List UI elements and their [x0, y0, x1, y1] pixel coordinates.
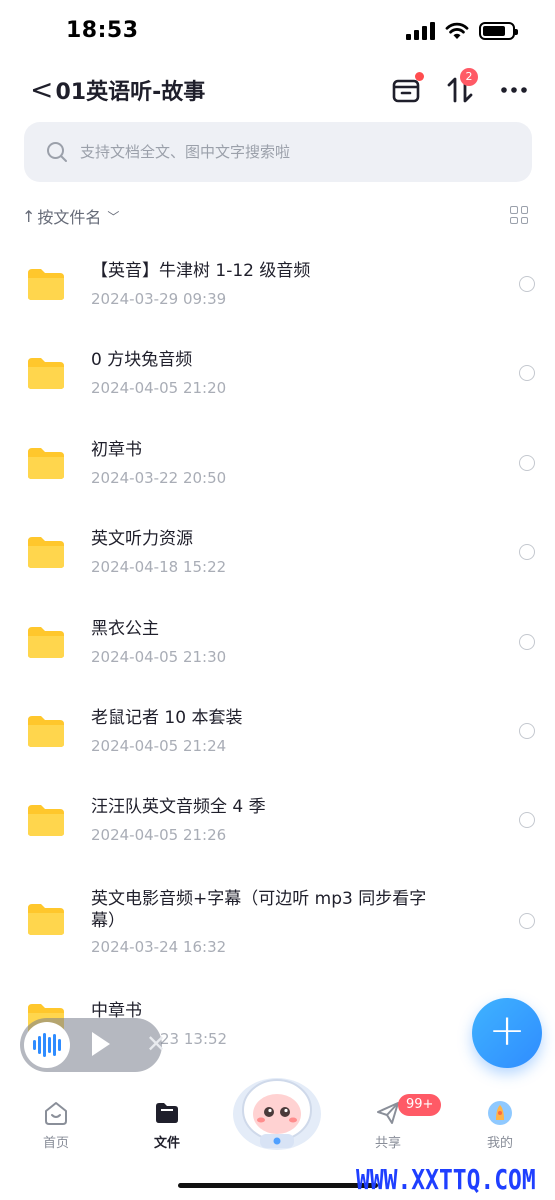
- file-date: 2024-03-29 09:39: [91, 290, 227, 308]
- search-icon: [47, 142, 67, 162]
- more-button[interactable]: [498, 74, 530, 106]
- sort-arrow-icon: ↑: [22, 206, 36, 226]
- list-item[interactable]: 【英音】牛津树 1-12 级音频 2024-03-29 09:39: [0, 254, 555, 334]
- folder-icon: [28, 448, 64, 479]
- file-name: 0 方块兔音频: [91, 350, 193, 370]
- home-face-icon: [45, 1102, 67, 1125]
- search-bar[interactable]: [24, 122, 532, 182]
- more-dots-icon: [501, 87, 527, 93]
- list-item[interactable]: 黑衣公主 2024-04-05 21:30: [0, 612, 555, 692]
- file-name: 初章书: [91, 440, 142, 460]
- file-name: 英文电影音频+字幕（可边听 mp3 同步看字幕）: [91, 889, 427, 931]
- file-name: 【英音】牛津树 1-12 级音频: [91, 261, 311, 281]
- folder-icon: [28, 627, 64, 658]
- folder-icon: [28, 805, 64, 836]
- list-item[interactable]: 汪汪队英文音频全 4 季 2024-04-05 21:26: [0, 790, 555, 870]
- tab-home-label: 首页: [42, 1136, 69, 1151]
- folder-icon: [28, 716, 64, 747]
- avatar-icon: [488, 1101, 512, 1125]
- select-radio[interactable]: [519, 544, 535, 560]
- page-title: 01英语听-故事: [55, 80, 206, 105]
- list-item[interactable]: 老鼠记者 10 本套装 2024-04-05 21:24: [0, 701, 555, 781]
- sort-by-name-button[interactable]: ↑ 按文件名 ﹀: [22, 204, 119, 228]
- file-name: 中章书: [91, 1001, 142, 1021]
- tab-share-label: 共享: [374, 1136, 401, 1151]
- file-name: 英文听力资源: [91, 529, 193, 549]
- back-chevron-icon: <: [30, 73, 54, 106]
- file-date: 2024-03-24 16:32: [91, 938, 227, 956]
- file-date: 2024-04-18 15:22: [91, 558, 227, 576]
- file-date: 2024-04-05 21:20: [91, 379, 227, 397]
- battery-icon: [479, 22, 518, 40]
- status-bar: 18:53: [0, 0, 555, 64]
- search-input[interactable]: [78, 142, 482, 162]
- select-radio[interactable]: [519, 455, 535, 471]
- recycle-box-button[interactable]: [390, 72, 424, 106]
- list-item[interactable]: 0 方块兔音频 2024-04-05 21:20: [0, 343, 555, 423]
- select-radio[interactable]: [519, 812, 535, 828]
- wifi-icon: [445, 22, 469, 39]
- back-button[interactable]: < 01英语听-故事: [30, 74, 205, 106]
- list-item[interactable]: 英文听力资源 2024-04-18 15:22: [0, 522, 555, 602]
- tab-profile-label: 我的: [486, 1136, 513, 1151]
- status-time: 18:53: [66, 18, 139, 43]
- play-icon[interactable]: [92, 1032, 110, 1056]
- select-radio[interactable]: [519, 634, 535, 650]
- file-name: 汪汪队英文音频全 4 季: [91, 797, 266, 817]
- folder-icon: [28, 537, 64, 568]
- mini-audio-player[interactable]: ✕: [20, 1018, 166, 1072]
- tab-files[interactable]: 文件: [137, 1100, 197, 1151]
- file-name: 黑衣公主: [91, 619, 159, 639]
- folder-icon: [28, 269, 64, 300]
- file-name: 老鼠记者 10 本套装: [91, 708, 243, 728]
- list-item[interactable]: 英文电影音频+字幕（可边听 mp3 同步看字幕） 2024-03-24 16:3…: [0, 880, 555, 980]
- select-radio[interactable]: [519, 276, 535, 292]
- status-icons: [406, 22, 518, 40]
- file-date: 2024-04-05 21:26: [91, 826, 227, 844]
- select-radio[interactable]: [519, 913, 535, 929]
- tab-files-label: 文件: [153, 1136, 180, 1151]
- tab-home[interactable]: 首页: [26, 1100, 86, 1151]
- close-icon[interactable]: ✕: [146, 1030, 166, 1058]
- folder-icon: [156, 1103, 178, 1123]
- folder-icon: [28, 358, 64, 389]
- watermark-text: WWW.XXTTQ.COM: [356, 1163, 536, 1196]
- tab-profile[interactable]: 我的: [470, 1100, 530, 1151]
- notification-dot: [415, 72, 424, 81]
- file-date: 2024-04-05 21:30: [91, 648, 227, 666]
- home-indicator: [178, 1183, 378, 1188]
- select-radio[interactable]: [519, 723, 535, 739]
- share-badge: 99+: [398, 1094, 442, 1116]
- astronaut-mascot-icon[interactable]: [228, 1070, 326, 1152]
- file-date: 23 13:52: [160, 1030, 228, 1048]
- file-date: 2024-04-05 21:24: [91, 737, 227, 755]
- transfer-badge: 2: [460, 68, 478, 86]
- audio-wave-icon: [24, 1022, 70, 1068]
- add-button[interactable]: +: [472, 998, 542, 1068]
- file-date: 2024-03-22 20:50: [91, 469, 227, 487]
- select-radio[interactable]: [519, 365, 535, 381]
- grid-view-toggle-icon[interactable]: [510, 206, 528, 224]
- sort-label: 按文件名: [37, 208, 102, 227]
- list-item[interactable]: 初章书 2024-03-22 20:50: [0, 433, 555, 513]
- chevron-down-icon: ﹀: [107, 209, 120, 224]
- cellular-signal-icon: [406, 22, 435, 40]
- folder-icon: [28, 904, 64, 935]
